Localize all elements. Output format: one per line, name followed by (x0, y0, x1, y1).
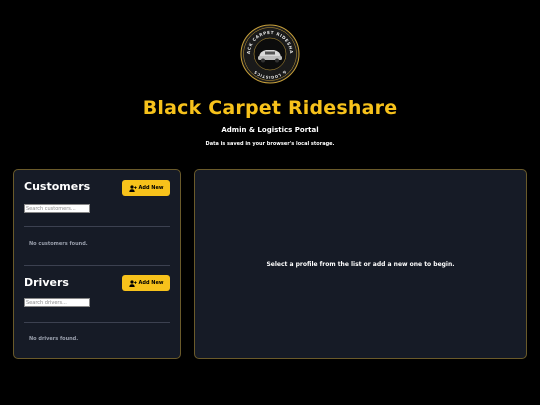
customer-search-input[interactable] (24, 204, 90, 213)
page-subtitle: Admin & Logistics Portal (221, 126, 319, 134)
storage-note: Data is saved in your browser's local st… (205, 141, 335, 147)
page-title: Black Carpet Rideshare (142, 97, 398, 119)
drivers-heading: Drivers (24, 276, 69, 289)
user-plus-icon (128, 184, 137, 192)
add-customer-button[interactable]: Add New (122, 180, 170, 196)
drivers-empty-state: No drivers found. (29, 336, 79, 342)
customers-heading: Customers (24, 180, 91, 193)
profiles-sidebar: Customers Add New No customers found. Dr… (13, 169, 181, 359)
section-divider (24, 265, 170, 266)
customers-empty-state: No customers found. (29, 241, 88, 247)
brand-logo: BLACK CARPET RIDESHARE & LOGISTICS (240, 24, 300, 84)
add-driver-button[interactable]: Add New (122, 275, 170, 291)
user-plus-icon (128, 279, 137, 287)
add-driver-label: Add New (138, 280, 164, 286)
driver-search-input[interactable] (24, 298, 90, 307)
profile-detail-panel: Select a profile from the list or add a … (194, 169, 527, 359)
drivers-divider (24, 322, 170, 323)
detail-placeholder-message: Select a profile from the list or add a … (266, 260, 455, 268)
add-customer-label: Add New (138, 185, 164, 191)
customers-divider (24, 226, 170, 227)
